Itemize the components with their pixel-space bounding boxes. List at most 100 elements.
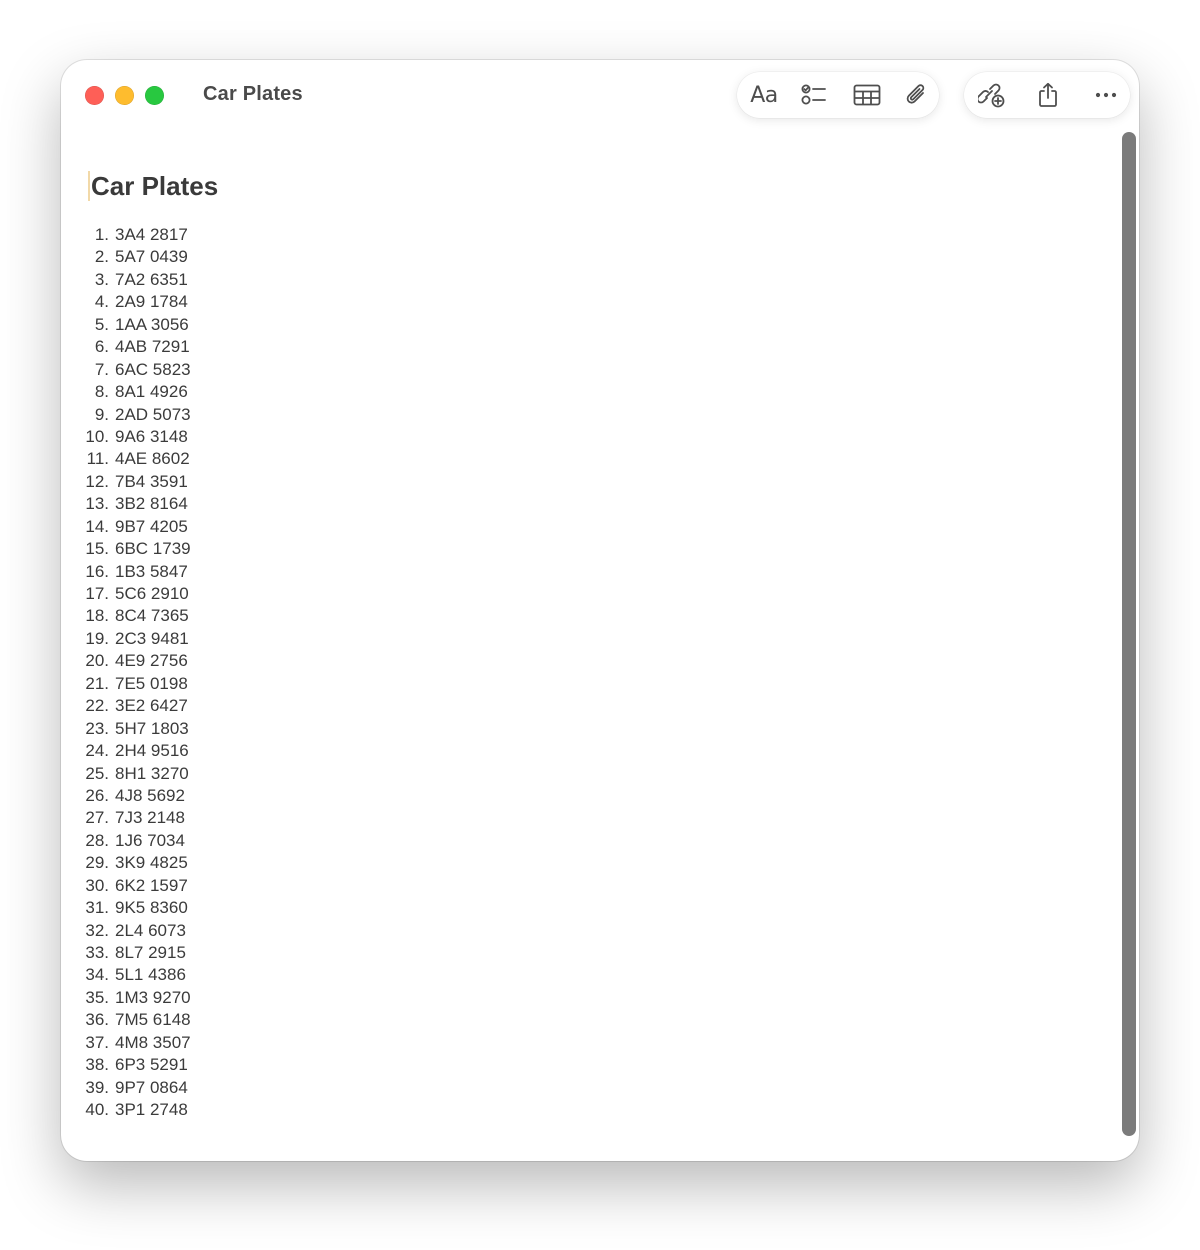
plate-text: 4AE 8602 — [115, 449, 190, 469]
table-icon — [853, 84, 881, 106]
plate-text: 3B2 8164 — [115, 494, 188, 514]
list-item[interactable]: 12. 7B4 3591 — [61, 471, 191, 493]
list-item[interactable]: 21. 7E5 0198 — [61, 673, 191, 695]
list-item[interactable]: 5. 1AA 3056 — [61, 314, 191, 336]
list-item-number: 33. — [85, 943, 109, 962]
list-item[interactable]: 40. 3P1 2748 — [61, 1099, 191, 1121]
list-item[interactable]: 26. 4J8 5692 — [61, 785, 191, 807]
list-item[interactable]: 39. 9P7 0864 — [61, 1077, 191, 1099]
list-item[interactable]: 11. 4AE 8602 — [61, 448, 191, 470]
list-item-number: 22. — [85, 696, 109, 716]
list-item[interactable]: 37. 4M8 3507 — [61, 1032, 191, 1054]
share-icon — [1039, 82, 1057, 107]
list-item[interactable]: 34. 5L1 4386 — [61, 964, 191, 986]
notes-window: Car Plates Aa Car Plates 1. 3A4 2817 2. … — [61, 60, 1139, 1161]
plate-text: 4M8 3507 — [115, 1032, 191, 1052]
checklist-icon — [801, 84, 826, 105]
plate-text: 6P3 5291 — [115, 1055, 188, 1075]
list-item-number: 2. — [94, 247, 109, 267]
list-item[interactable]: 9. 2AD 5073 — [61, 404, 191, 426]
share-button[interactable] — [1026, 72, 1070, 118]
list-item[interactable]: 15. 6BC 1739 — [61, 538, 190, 560]
plate-text: 2A9 1784 — [115, 292, 188, 312]
list-item-number: 12. — [85, 471, 109, 491]
share-toolbar-group — [964, 72, 1130, 118]
collaborate-button[interactable] — [970, 72, 1014, 118]
plate-text: 7B4 3591 — [115, 471, 188, 491]
list-item[interactable]: 10. 9A6 3148 — [61, 426, 191, 448]
list-item-number: 20. — [85, 651, 109, 671]
plate-text: 2AD 5073 — [115, 404, 191, 424]
plate-text: 9P7 0864 — [115, 1077, 188, 1097]
plate-text: 1AA 3056 — [115, 314, 189, 334]
list-item[interactable]: 7. 6AC 5823 — [61, 359, 191, 381]
list-item[interactable]: 6. 4AB 7291 — [61, 336, 191, 358]
vertical-scrollbar[interactable] — [1122, 132, 1136, 1136]
list-item[interactable]: 4. 2A9 1784 — [61, 291, 191, 313]
format-label: Aa — [750, 82, 778, 108]
plate-list[interactable]: 1. 3A4 2817 2. 5A7 0439 3. 7A2 6351 4. 2A9 1784… — [61, 224, 191, 1122]
list-item[interactable]: 35. 1M3 9270 — [61, 987, 190, 1009]
plate-text: 2L4 6073 — [115, 920, 186, 940]
list-item[interactable]: 29. 3K9 4825 — [61, 852, 191, 874]
list-item[interactable]: 28. 1J6 7034 — [61, 830, 191, 852]
plate-text: 8H1 3270 — [115, 763, 189, 783]
close-window-button[interactable] — [85, 86, 104, 105]
list-item[interactable]: 8. 8A1 4926 — [61, 381, 191, 403]
ellipsis-icon — [1095, 92, 1117, 98]
plate-text: 3E2 6427 — [115, 696, 188, 716]
minimize-window-button[interactable] — [115, 86, 134, 105]
list-item-number: 24. — [85, 741, 109, 761]
list-item[interactable]: 24. 2H4 9516 — [61, 740, 191, 762]
list-item-number: 18. — [85, 606, 109, 626]
list-item[interactable]: 38. 6P3 5291 — [61, 1054, 191, 1076]
plate-text: 3A4 2817 — [115, 225, 188, 244]
list-item[interactable]: 30. 6K2 1597 — [61, 875, 191, 897]
plate-text: 4AB 7291 — [115, 337, 190, 357]
list-item-number: 31. — [85, 898, 109, 918]
plate-text: 9B7 4205 — [115, 516, 188, 536]
paperclip-icon — [906, 84, 925, 104]
attachment-button[interactable] — [894, 72, 938, 118]
zoom-window-button[interactable] — [145, 86, 164, 105]
more-button[interactable] — [1084, 72, 1128, 118]
plate-text: 7E5 0198 — [115, 673, 188, 693]
table-button[interactable] — [845, 72, 889, 118]
plate-text: 1B3 5847 — [115, 561, 188, 581]
list-item[interactable]: 27. 7J3 2148 — [61, 807, 191, 829]
checklist-button[interactable] — [792, 72, 836, 118]
plate-text: 6AC 5823 — [115, 359, 191, 379]
list-item[interactable]: 31. 9K5 8360 — [61, 897, 191, 919]
list-item-number: 29. — [85, 853, 109, 873]
list-item[interactable]: 1. 3A4 2817 — [61, 224, 191, 246]
text-cursor — [88, 171, 90, 201]
list-item-number: 39. — [85, 1077, 109, 1097]
list-item[interactable]: 19. 2C3 9481 — [61, 628, 191, 650]
list-item[interactable]: 3. 7A2 6351 — [61, 269, 191, 291]
list-item[interactable]: 25. 8H1 3270 — [61, 763, 191, 785]
list-item[interactable]: 20. 4E9 2756 — [61, 650, 191, 672]
list-item[interactable]: 16. 1B3 5847 — [61, 561, 191, 583]
list-item[interactable]: 33. 8L7 2915 — [61, 942, 191, 964]
list-item-number: 19. — [85, 628, 109, 648]
format-button[interactable]: Aa — [742, 72, 786, 118]
list-item-number: 13. — [85, 494, 109, 514]
list-item[interactable]: 14. 9B7 4205 — [61, 516, 191, 538]
list-item-number: 3. — [94, 269, 109, 289]
list-item[interactable]: 17. 5C6 2910 — [61, 583, 191, 605]
list-item[interactable]: 22. 3E2 6427 — [61, 695, 191, 717]
list-item-number: 30. — [85, 875, 109, 895]
list-item-number: 26. — [85, 785, 109, 805]
plate-text: 7J3 2148 — [115, 808, 185, 828]
list-item[interactable]: 13. 3B2 8164 — [61, 493, 191, 515]
note-title[interactable]: Car Plates — [91, 170, 218, 202]
list-item-number: 27. — [85, 808, 109, 828]
list-item[interactable]: 23. 5H7 1803 — [61, 718, 191, 740]
plate-text: 2H4 9516 — [115, 741, 189, 761]
list-item-number: 28. — [85, 830, 109, 850]
list-item[interactable]: 2. 5A7 0439 — [61, 246, 191, 268]
list-item[interactable]: 36. 7M5 6148 — [61, 1009, 190, 1031]
list-item[interactable]: 18. 8C4 7365 — [61, 605, 191, 627]
list-item[interactable]: 32. 2L4 6073 — [61, 920, 191, 942]
list-item-number: 25. — [85, 763, 109, 783]
